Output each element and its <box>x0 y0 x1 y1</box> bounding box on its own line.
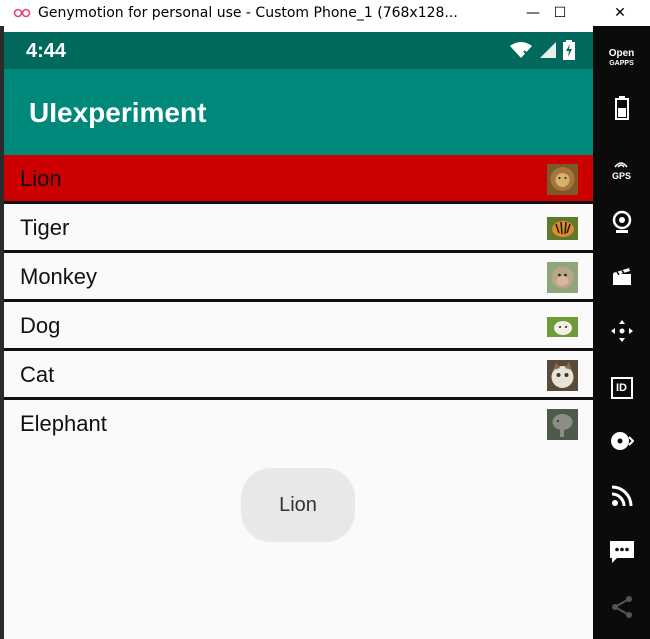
window-title: Genymotion for personal use - Custom Pho… <box>38 5 458 21</box>
clapperboard-icon <box>612 266 632 290</box>
dog-thumbnail-icon <box>547 311 578 342</box>
list-item-lion[interactable]: Lion <box>4 155 593 204</box>
list-item-monkey[interactable]: Monkey <box>4 253 593 302</box>
animal-list: Lion Tiger Monkey Dog Cat Elephant <box>4 155 593 449</box>
battery-button[interactable] <box>593 90 650 130</box>
list-item-label: Monkey <box>20 264 98 289</box>
list-item-label: Lion <box>20 166 62 191</box>
open-gapps-button[interactable]: Open GAPPS <box>593 38 650 78</box>
list-item-label: Cat <box>20 362 55 387</box>
gps-label: GPS <box>611 170 631 181</box>
cat-thumbnail-icon <box>547 360 578 391</box>
disk-icon <box>610 430 634 456</box>
lion-thumbnail-icon <box>547 164 578 195</box>
share-button[interactable] <box>593 589 650 629</box>
gps-signal-icon <box>614 161 629 168</box>
status-bar: 4:44 <box>4 32 593 69</box>
status-time: 4:44 <box>26 40 67 62</box>
open-gapps-line1: Open <box>608 48 635 59</box>
disk-io-button[interactable] <box>593 423 650 463</box>
share-icon <box>610 595 634 623</box>
battery-charging-icon <box>563 40 575 64</box>
id-label: ID <box>616 381 627 394</box>
dpad-button[interactable] <box>593 313 650 353</box>
list-item-elephant[interactable]: Elephant <box>4 400 593 449</box>
move-arrows-icon <box>610 319 634 347</box>
list-item-label: Elephant <box>20 411 107 436</box>
tiger-thumbnail-icon <box>547 213 578 244</box>
emulator-toolbar: Open GAPPS GPS ID <box>593 26 650 639</box>
list-item-cat[interactable]: Cat <box>4 351 593 400</box>
rss-cast-icon <box>611 485 633 511</box>
cast-button[interactable] <box>593 478 650 518</box>
toast-message: Lion <box>241 468 355 542</box>
list-item-label: Tiger <box>20 215 70 240</box>
battery-icon <box>614 96 629 124</box>
status-icons <box>509 40 575 64</box>
elephant-thumbnail-icon <box>547 409 578 440</box>
webcam-icon <box>611 210 633 238</box>
app-title: UIexperiment <box>29 97 207 128</box>
monkey-thumbnail-icon <box>547 262 578 293</box>
id-card-icon: ID <box>610 377 633 399</box>
phone-screen: 4:44 UIexperiment Lion Tiger Monkey Dog … <box>4 32 593 639</box>
wifi-off-icon <box>509 41 533 63</box>
app-bar: UIexperiment <box>4 69 593 155</box>
screen-capture-button[interactable] <box>593 258 650 298</box>
close-button[interactable]: ✕ <box>597 0 643 26</box>
genymotion-app-icon <box>12 3 32 23</box>
list-item-tiger[interactable]: Tiger <box>4 204 593 253</box>
cell-signal-icon <box>539 41 557 63</box>
list-item-label: Dog <box>20 313 61 338</box>
maximize-button[interactable]: ☐ <box>537 0 583 26</box>
webcam-button[interactable] <box>593 204 650 244</box>
window-title-bar: Genymotion for personal use - Custom Pho… <box>0 0 650 26</box>
message-icon <box>609 539 635 569</box>
open-gapps-line2: GAPPS <box>609 60 634 67</box>
list-item-dog[interactable]: Dog <box>4 302 593 351</box>
sms-button[interactable] <box>593 534 650 574</box>
device-id-button[interactable]: ID <box>593 368 650 408</box>
gps-button[interactable]: GPS <box>593 148 650 188</box>
